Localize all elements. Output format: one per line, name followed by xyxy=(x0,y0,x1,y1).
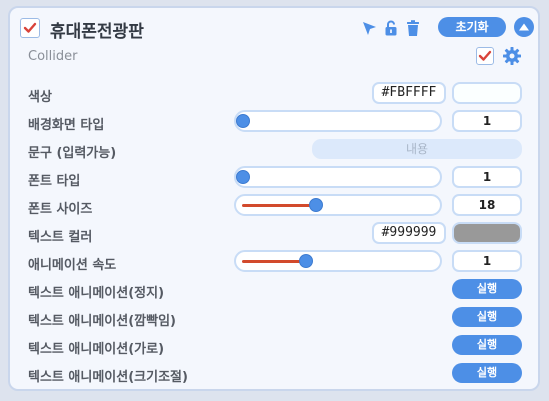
row-text-color: 텍스트 컬러 #999999 xyxy=(28,222,528,246)
row-label: 텍스트 애니메이션(가로) xyxy=(28,342,165,357)
slider-thumb[interactable] xyxy=(299,254,314,268)
animation-speed-value[interactable]: 1 xyxy=(452,250,522,272)
enabled-checkbox[interactable] xyxy=(20,18,40,38)
collapse-button[interactable] xyxy=(514,17,534,37)
row-animation-blink: 텍스트 애니메이션(깜빡임) 실행 xyxy=(28,306,528,330)
row-animation-scale: 텍스트 애니메이션(크기조절) 실행 xyxy=(28,362,528,386)
panel-header: 휴대폰전광판 초기화 xyxy=(20,16,534,42)
run-stop-animation-button[interactable]: 실행 xyxy=(452,279,522,299)
run-scale-animation-button[interactable]: 실행 xyxy=(452,363,522,383)
background-type-slider[interactable] xyxy=(234,110,442,132)
slider-fill xyxy=(242,204,315,207)
text-color-hex-field[interactable]: #999999 xyxy=(372,222,446,244)
trash-icon[interactable] xyxy=(404,19,422,37)
color-swatch[interactable] xyxy=(452,82,522,104)
animation-speed-slider[interactable] xyxy=(234,250,442,272)
checkmark-icon xyxy=(23,22,37,33)
inspector-panel: 휴대폰전광판 초기화 Collider 색상 #FBFFFF 배경화면 타입 1… xyxy=(8,6,540,391)
slider-thumb[interactable] xyxy=(308,198,323,212)
row-label: 폰트 타입 xyxy=(28,174,81,189)
component-subtitle: Collider xyxy=(28,49,78,64)
font-type-slider[interactable] xyxy=(234,166,442,188)
reset-button[interactable]: 초기화 xyxy=(438,17,506,37)
row-animation-speed: 애니메이션 속도 1 xyxy=(28,250,528,274)
row-label: 폰트 사이즈 xyxy=(28,202,93,217)
run-horizontal-animation-button[interactable]: 실행 xyxy=(452,335,522,355)
text-color-swatch[interactable] xyxy=(452,222,522,244)
slider-thumb[interactable] xyxy=(236,114,250,128)
phrase-input[interactable]: 내용 xyxy=(312,139,522,159)
font-type-value[interactable]: 1 xyxy=(452,166,522,188)
row-label: 배경화면 타입 xyxy=(28,118,105,133)
component-enabled-checkbox[interactable] xyxy=(476,47,494,65)
row-phrase: 문구 (입력가능) 내용 xyxy=(28,138,528,162)
row-font-type: 폰트 타입 1 xyxy=(28,166,528,190)
row-animation-stop: 텍스트 애니메이션(정지) 실행 xyxy=(28,278,528,302)
row-label: 색상 xyxy=(28,90,52,105)
row-label: 텍스트 애니메이션(정지) xyxy=(28,286,165,301)
panel-title: 휴대폰전광판 xyxy=(50,22,144,42)
color-hex-field[interactable]: #FBFFFF xyxy=(372,82,446,104)
row-color: 색상 #FBFFFF xyxy=(28,82,528,106)
row-font-size: 폰트 사이즈 18 xyxy=(28,194,528,218)
row-label: 애니메이션 속도 xyxy=(28,258,117,273)
lock-open-icon[interactable] xyxy=(382,19,400,37)
slider-fill xyxy=(242,260,306,263)
row-animation-horizontal: 텍스트 애니메이션(가로) 실행 xyxy=(28,334,528,358)
row-label: 텍스트 컬러 xyxy=(28,230,93,245)
row-label: 텍스트 애니메이션(크기조절) xyxy=(28,370,188,385)
checkmark-icon xyxy=(478,50,492,61)
background-type-value[interactable]: 1 xyxy=(452,110,522,132)
font-size-value[interactable]: 18 xyxy=(452,194,522,216)
row-background-type: 배경화면 타입 1 xyxy=(28,110,528,134)
collapse-up-icon xyxy=(519,23,529,31)
font-size-slider[interactable] xyxy=(234,194,442,216)
slider-thumb[interactable] xyxy=(236,170,250,184)
run-blink-animation-button[interactable]: 실행 xyxy=(452,307,522,327)
gear-icon[interactable] xyxy=(502,46,522,66)
row-label: 문구 (입력가능) xyxy=(28,146,117,161)
row-label: 텍스트 애니메이션(깜빡임) xyxy=(28,314,176,329)
select-cursor-icon[interactable] xyxy=(360,19,378,37)
